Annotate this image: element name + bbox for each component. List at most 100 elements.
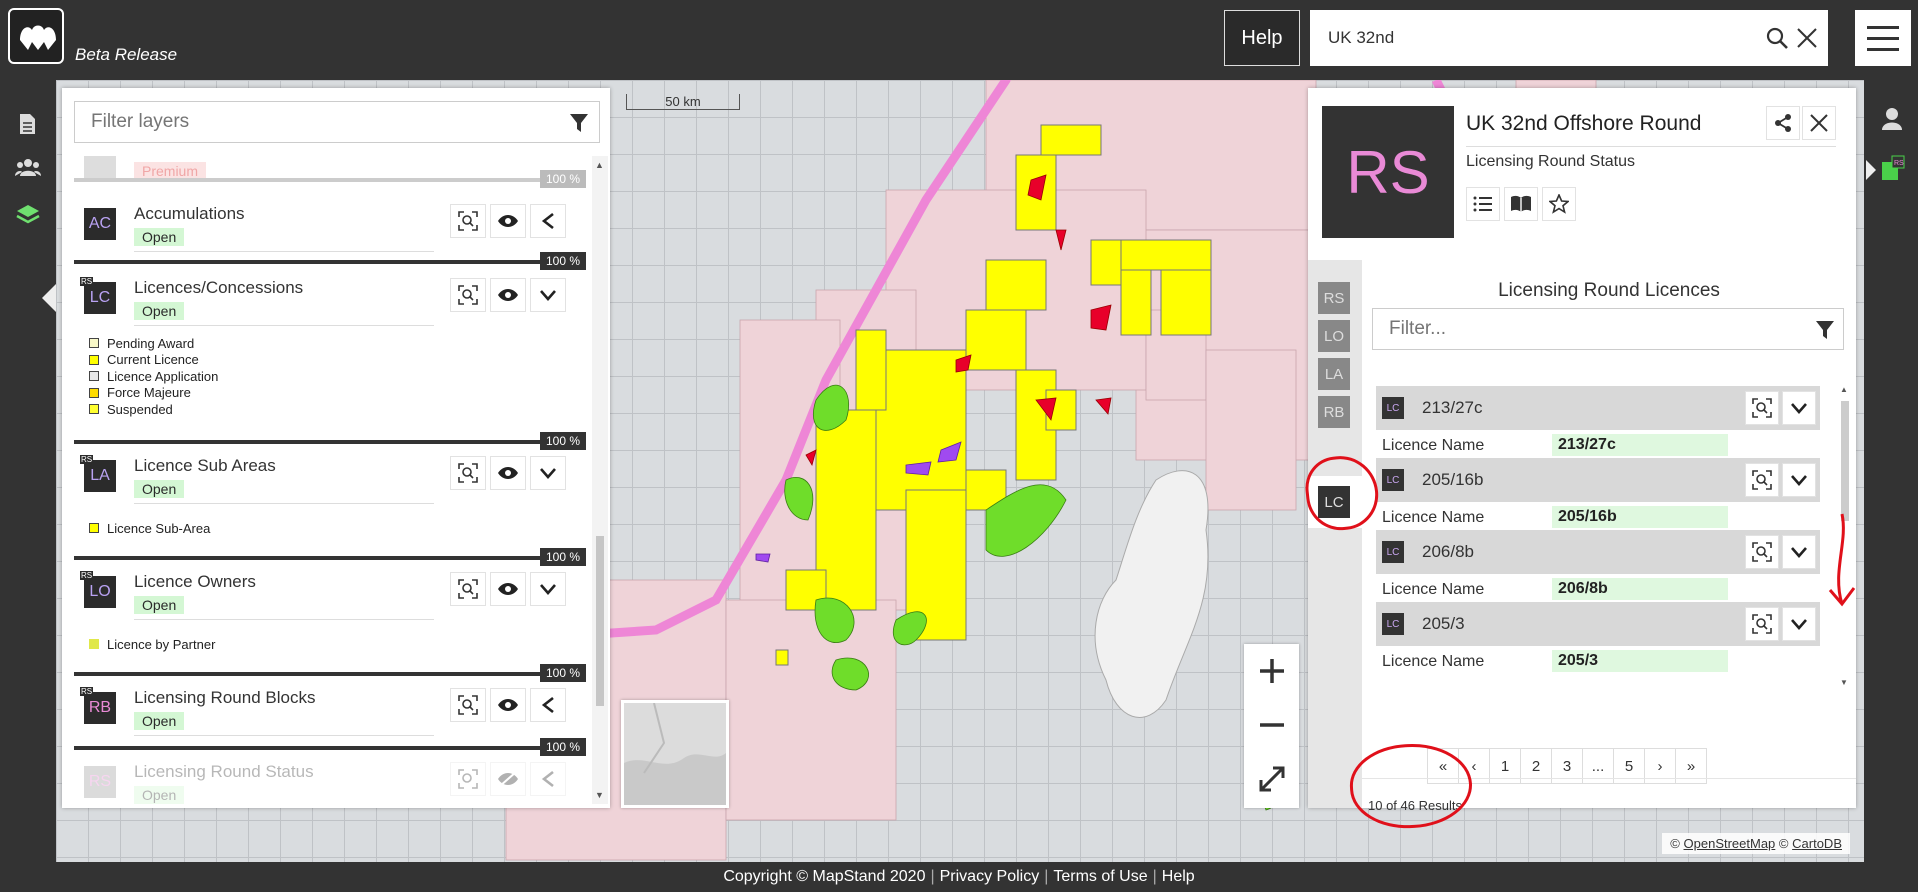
visibility-eye-icon[interactable]: [490, 572, 526, 606]
rs-layer-icon[interactable]: RS: [1864, 152, 1908, 188]
cartodb-link[interactable]: CartoDB: [1792, 836, 1842, 851]
layers-icon[interactable]: [15, 202, 41, 226]
zoom-to-layer-icon[interactable]: [450, 762, 486, 796]
chevron-down-icon[interactable]: [1782, 607, 1816, 641]
card-tools: [1745, 391, 1816, 425]
zoom-to-layer-icon[interactable]: [450, 204, 486, 238]
scroll-up-arrow-icon[interactable]: ▲: [595, 160, 604, 170]
help-button[interactable]: Help: [1224, 10, 1300, 66]
hidden-eye-slash-icon[interactable]: [490, 762, 526, 796]
document-icon[interactable]: [15, 112, 39, 136]
layer-list-scrollbar[interactable]: ▲ ▼: [592, 156, 608, 804]
licence-card[interactable]: LC 205/16b Licence Name 205/16b: [1376, 458, 1820, 534]
filter-layers-input[interactable]: [91, 111, 531, 133]
collapse-chevron-down-icon[interactable]: [530, 278, 566, 312]
scrollbar-thumb[interactable]: [596, 536, 604, 706]
licence-card[interactable]: LC 205/3 Licence Name 205/3: [1376, 602, 1820, 674]
licence-code: 205/16b: [1422, 470, 1484, 489]
close-icon[interactable]: [1802, 106, 1836, 140]
zoom-to-layer-icon[interactable]: [450, 572, 486, 606]
layer-item-premium[interactable]: Premium 100 %: [74, 156, 586, 188]
filter-icon[interactable]: [569, 112, 589, 134]
divider: [134, 251, 434, 252]
top-bar: Beta Release Help: [0, 0, 1918, 80]
hamburger-menu-button[interactable]: [1855, 10, 1911, 66]
tab-la[interactable]: LA: [1318, 358, 1350, 390]
licence-badge: LC: [1382, 613, 1404, 635]
clear-search-icon[interactable]: [1796, 27, 1818, 49]
zoom-to-licence-icon[interactable]: [1745, 463, 1779, 497]
licence-filter-input[interactable]: [1389, 318, 1789, 340]
licence-card-header[interactable]: LC 213/27c: [1376, 386, 1820, 430]
layer-status: Open: [134, 596, 185, 614]
list-icon[interactable]: [1466, 187, 1500, 221]
layer-item-licences-concessions[interactable]: RS LC Licences/Concessions Open Pending A…: [74, 264, 586, 450]
collapse-chevron-down-icon[interactable]: [530, 456, 566, 490]
search-icon[interactable]: [1766, 27, 1788, 49]
licensing-round-status-badge: RS: [1322, 106, 1454, 238]
licence-name-row: Licence Name 205/16b: [1376, 502, 1820, 534]
licence-card-header[interactable]: LC 205/16b: [1376, 458, 1820, 502]
layer-tools: [450, 278, 566, 312]
licence-card[interactable]: LC 206/8b Licence Name 206/8b: [1376, 530, 1820, 606]
search-input[interactable]: [1328, 28, 1728, 48]
licence-card-header[interactable]: LC 205/3: [1376, 602, 1820, 646]
layer-item-licensing-round-status[interactable]: RS Licensing Round Status Open: [74, 750, 586, 806]
licence-card-header[interactable]: LC 206/8b: [1376, 530, 1820, 574]
share-icon[interactable]: [1766, 106, 1800, 140]
tab-lo[interactable]: LO: [1318, 320, 1350, 352]
visibility-eye-icon[interactable]: [490, 204, 526, 238]
chevron-down-icon[interactable]: [1782, 391, 1816, 425]
zoom-in-button[interactable]: [1244, 644, 1299, 698]
expand-chevron-left-icon[interactable]: [530, 762, 566, 796]
layer-badge-rb: RS RB: [80, 687, 116, 724]
layer-item-licensing-round-blocks[interactable]: RS RB Licensing Round Blocks Open 100 %: [74, 676, 586, 756]
layer-item-licence-owners[interactable]: RS LO Licence Owners Open Licence by Part…: [74, 560, 586, 682]
search-box: [1310, 10, 1828, 66]
footer: Copyright © MapStand 2020 | Privacy Polic…: [0, 862, 1918, 892]
book-icon[interactable]: [1504, 187, 1538, 221]
layer-item-licence-sub-areas[interactable]: RS LA Licence Sub Areas Open Licence Sub-…: [74, 444, 586, 566]
visibility-eye-icon[interactable]: [490, 456, 526, 490]
tab-rs[interactable]: RS: [1318, 282, 1350, 314]
privacy-policy-link[interactable]: Privacy Policy: [935, 868, 1045, 886]
scrollbar-thumb[interactable]: [1841, 401, 1849, 521]
tab-rb[interactable]: RB: [1318, 396, 1350, 428]
scroll-down-arrow-icon[interactable]: ▼: [1840, 678, 1848, 687]
licence-filter-box: [1372, 308, 1844, 350]
fullscreen-button[interactable]: [1244, 752, 1299, 806]
visibility-eye-icon[interactable]: [490, 688, 526, 722]
user-icon[interactable]: [1880, 106, 1904, 132]
users-icon[interactable]: [15, 156, 41, 180]
expand-chevron-left-icon[interactable]: [530, 688, 566, 722]
zoom-out-button[interactable]: [1244, 698, 1299, 752]
licence-card[interactable]: LC 213/27c Licence Name 213/27c: [1376, 386, 1820, 462]
mapstand-logo[interactable]: [8, 8, 64, 64]
legend-item: Current Licence: [89, 352, 218, 369]
filter-icon[interactable]: [1815, 319, 1835, 341]
zoom-to-layer-icon[interactable]: [450, 456, 486, 490]
zoom-to-licence-icon[interactable]: [1745, 607, 1779, 641]
zoom-to-licence-icon[interactable]: [1745, 535, 1779, 569]
scroll-up-arrow-icon[interactable]: ▲: [1840, 385, 1848, 394]
layer-opacity-bar[interactable]: [74, 178, 586, 182]
footer-help-link[interactable]: Help: [1157, 868, 1200, 886]
map-attribution: © OpenStreetMap © CartoDB: [1662, 833, 1850, 854]
chevron-down-icon[interactable]: [1782, 535, 1816, 569]
annotation-arrow: [1828, 513, 1856, 607]
terms-of-use-link[interactable]: Terms of Use: [1048, 868, 1152, 886]
visibility-eye-icon[interactable]: [490, 278, 526, 312]
layer-item-accumulations[interactable]: AC Accumulations Open 100 %: [74, 190, 586, 270]
zoom-to-layer-icon[interactable]: [450, 278, 486, 312]
zoom-to-licence-icon[interactable]: [1745, 391, 1779, 425]
chevron-down-icon[interactable]: [1782, 463, 1816, 497]
zoom-to-layer-icon[interactable]: [450, 688, 486, 722]
star-icon[interactable]: [1542, 187, 1576, 221]
openstreetmap-link[interactable]: OpenStreetMap: [1684, 836, 1776, 851]
scroll-down-arrow-icon[interactable]: ▼: [595, 790, 604, 800]
overview-minimap[interactable]: [621, 700, 729, 808]
collapse-chevron-down-icon[interactable]: [530, 572, 566, 606]
licence-badge: LC: [1382, 469, 1404, 491]
expand-chevron-left-icon[interactable]: [530, 204, 566, 238]
legend-item: Licence by Partner: [89, 636, 215, 653]
